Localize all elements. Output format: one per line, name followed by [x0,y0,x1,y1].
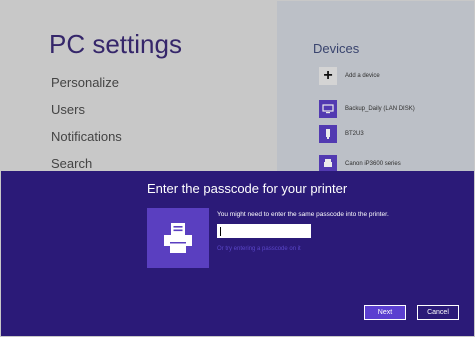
dialog-message: You might need to enter the same passcod… [217,211,389,218]
printer-icon [164,223,192,253]
passcode-input[interactable] [217,224,311,238]
next-button[interactable]: Next [364,305,406,320]
screen: PC settings Personalize Users Notificati… [0,0,475,337]
passcode-dialog: Enter the passcode for your printer You … [1,171,474,336]
printer-tile [147,208,209,268]
try-passcode-link[interactable]: Or try entering a passcode on it [217,246,301,252]
cancel-button[interactable]: Cancel [417,305,459,320]
dialog-title: Enter the passcode for your printer [147,181,348,196]
text-caret [220,227,221,236]
